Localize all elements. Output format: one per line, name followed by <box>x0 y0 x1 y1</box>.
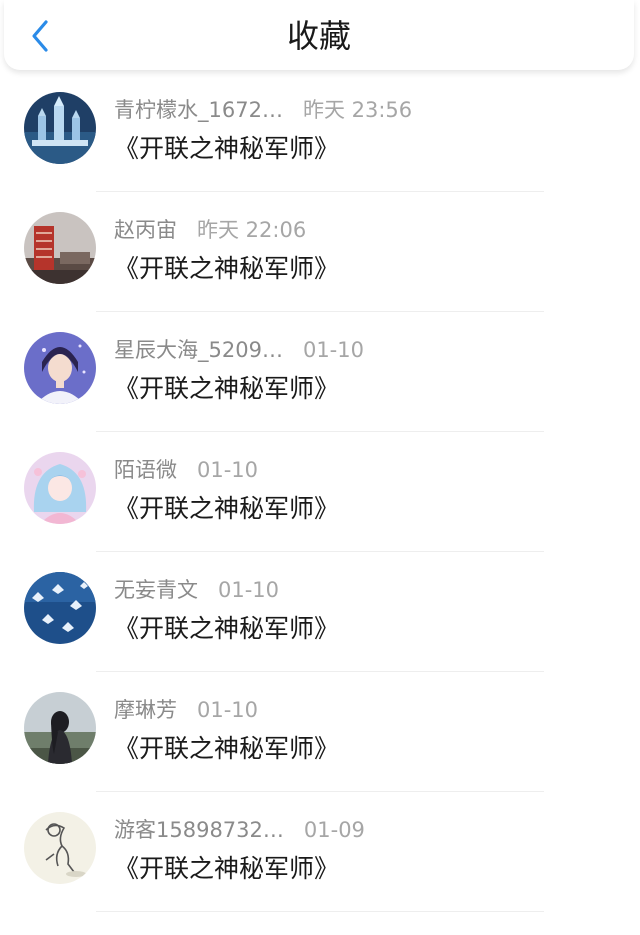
book-title[interactable]: 《开联之神秘军师》 <box>114 252 339 286</box>
username[interactable]: 游客15898732… <box>114 816 284 844</box>
anime-girl-avatar[interactable] <box>24 452 96 524</box>
book-title[interactable]: 《开联之神秘军师》 <box>114 852 339 886</box>
timestamp: 昨天 22:06 <box>197 218 307 242</box>
book-title[interactable]: 《开联之神秘军师》 <box>114 492 339 526</box>
list-item[interactable]: 摩琳芳 01-10 《开联之神秘军师》 <box>0 672 640 792</box>
timestamp: 昨天 23:56 <box>302 98 413 122</box>
tower-avatar[interactable] <box>24 212 96 284</box>
list-item[interactable]: 游客15898732… 01-09 《开联之神秘军师》 <box>0 792 640 912</box>
list-item[interactable]: 陌语微 01-10 《开联之神秘军师》 <box>0 432 640 552</box>
sketch-avatar[interactable] <box>24 812 96 884</box>
page-title: 收藏 <box>286 17 351 55</box>
list-item[interactable]: 星辰大海_5209… 01-10 《开联之神秘军师》 <box>0 312 640 432</box>
timestamp: 01-10 <box>197 698 259 722</box>
item-meta: 无妄青文 01-10 <box>114 576 279 604</box>
username[interactable]: 赵丙宙 <box>114 216 177 244</box>
item-meta: 赵丙宙 昨天 22:06 <box>114 216 306 244</box>
username[interactable]: 青柠檬水_1672… <box>114 96 283 124</box>
castle-night-avatar[interactable] <box>24 92 96 164</box>
app-header: 收藏 <box>4 0 634 70</box>
timestamp: 01-10 <box>197 458 259 482</box>
list-item[interactable]: 青柠檬水_1672… 昨天 23:56 《开联之神秘军师》 <box>0 72 640 192</box>
book-title[interactable]: 《开联之神秘军师》 <box>114 132 339 166</box>
username[interactable]: 星辰大海_5209… <box>114 336 283 364</box>
item-meta: 陌语微 01-10 <box>114 456 258 484</box>
timestamp: 01-10 <box>302 338 364 362</box>
item-meta: 青柠檬水_1672… 昨天 23:56 <box>114 96 412 124</box>
divider <box>96 911 544 912</box>
girl-silhouette-avatar[interactable] <box>24 692 96 764</box>
list-item[interactable]: 赵丙宙 昨天 22:06 《开联之神秘军师》 <box>0 192 640 312</box>
list-item[interactable]: 无妄青文 01-10 《开联之神秘军师》 <box>0 552 640 672</box>
timestamp: 01-09 <box>303 818 365 842</box>
favorites-list: 青柠檬水_1672… 昨天 23:56 《开联之神秘军师》 赵丙宙 昨天 22:06… <box>0 72 640 912</box>
username[interactable]: 陌语微 <box>114 456 177 484</box>
book-title[interactable]: 《开联之神秘军师》 <box>114 612 339 646</box>
book-title[interactable]: 《开联之神秘军师》 <box>114 372 339 406</box>
item-meta: 摩琳芳 01-10 <box>114 696 258 724</box>
book-title[interactable]: 《开联之神秘军师》 <box>114 732 339 766</box>
timestamp: 01-10 <box>218 578 280 602</box>
username[interactable]: 无妄青文 <box>114 576 198 604</box>
username[interactable]: 摩琳芳 <box>114 696 177 724</box>
item-meta: 游客15898732… 01-09 <box>114 816 365 844</box>
anime-boy-avatar[interactable] <box>24 332 96 404</box>
item-meta: 星辰大海_5209… 01-10 <box>114 336 364 364</box>
butterflies-avatar[interactable] <box>24 572 96 644</box>
